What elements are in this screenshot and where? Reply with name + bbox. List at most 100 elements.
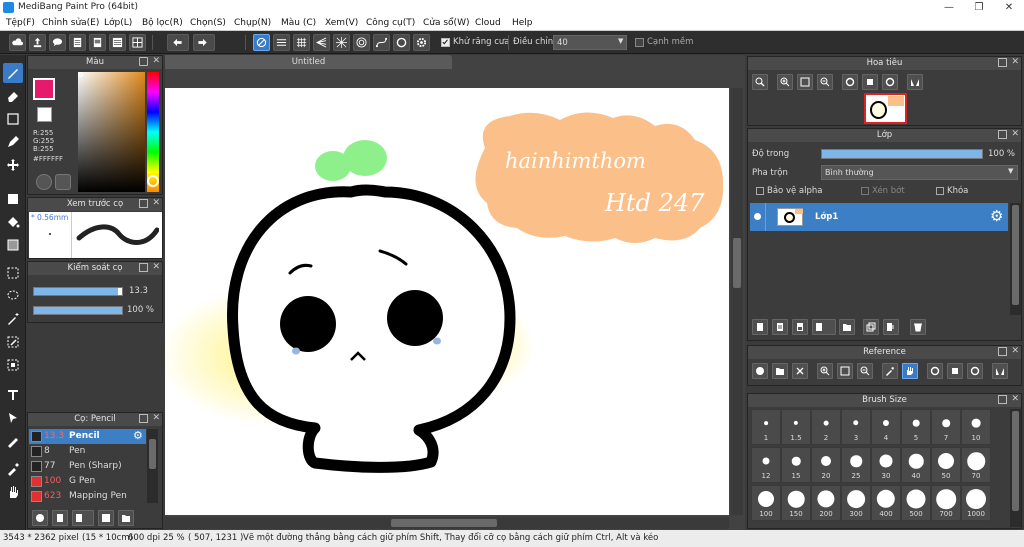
divide-tool-icon[interactable] [3, 431, 23, 451]
cloud-download-icon[interactable] [752, 363, 768, 379]
brush-size-cell[interactable]: 5 [901, 409, 931, 445]
hand-tool-icon[interactable] [3, 482, 23, 502]
protect-alpha-checkbox[interactable] [756, 187, 764, 195]
select-pen-icon[interactable] [3, 332, 23, 352]
rotate-right-icon[interactable] [882, 74, 898, 90]
flip-icon[interactable] [992, 363, 1008, 379]
select-tool-icon[interactable] [3, 263, 23, 283]
menu-cloud[interactable]: Cloud [475, 15, 501, 31]
merge-layer-icon[interactable] [883, 319, 899, 335]
menu-snap[interactable]: Chụp(N) [234, 15, 271, 31]
brush-list-item[interactable]: 623 Mapping Pen [29, 489, 146, 504]
select-eraser-icon[interactable] [3, 355, 23, 375]
page-icon[interactable] [89, 34, 106, 51]
brush-size-cell[interactable]: 1 [751, 409, 781, 445]
brush-size-cell[interactable]: 100 [751, 485, 781, 521]
close-icon[interactable]: ✕ [152, 261, 160, 274]
layer-opacity-slider[interactable] [821, 149, 983, 159]
saturation-value-field[interactable] [78, 72, 145, 192]
flip-icon[interactable] [907, 74, 923, 90]
soft-edge-checkbox[interactable] [635, 38, 644, 47]
perspective-snap-icon[interactable] [313, 34, 330, 51]
close-icon[interactable]: ✕ [152, 412, 160, 425]
brush-list-item[interactable]: 13.3 Pencil ⚙ [29, 429, 146, 444]
close-icon[interactable]: ✕ [152, 197, 160, 210]
circle-snap-icon[interactable] [393, 34, 410, 51]
brush-size-cell[interactable]: 1.5 [781, 409, 811, 445]
brush-size-cell[interactable]: 2 [811, 409, 841, 445]
menu-color[interactable]: Màu (C) [281, 15, 316, 31]
canvas[interactable]: hainhimthom Htd 247 [165, 88, 729, 515]
close-icon[interactable]: ✕ [994, 0, 1024, 15]
open-reference-icon[interactable] [772, 363, 788, 379]
brush-size-cell[interactable]: 50 [931, 447, 961, 483]
add-brush-icon[interactable] [32, 510, 48, 526]
brush-size-cell[interactable]: 500 [901, 485, 931, 521]
brush-size-cell[interactable]: 25 [841, 447, 871, 483]
navigator-thumbnail[interactable] [864, 93, 907, 124]
redo-icon[interactable] [193, 34, 215, 51]
zoom-in-icon[interactable] [752, 74, 768, 90]
brush-list-item[interactable]: 77 Pen (Sharp) [29, 459, 146, 474]
float-panel-icon[interactable] [998, 395, 1007, 404]
brush-tool-icon[interactable] [3, 63, 23, 83]
brush-size-slider[interactable] [33, 287, 123, 296]
menu-help[interactable]: Help [512, 15, 533, 31]
new-brush-icon[interactable] [52, 510, 68, 526]
text-tool-icon[interactable] [3, 385, 23, 405]
brush-type-dropdown[interactable] [72, 510, 94, 526]
brush-size-cell[interactable]: 40 [901, 447, 931, 483]
color-history-icon[interactable] [55, 174, 71, 190]
brush-size-cell[interactable]: 1000 [961, 485, 991, 521]
eyedropper-icon[interactable] [882, 363, 898, 379]
close-icon[interactable]: ✕ [152, 55, 160, 68]
rectangle-tool-icon[interactable] [3, 109, 23, 129]
close-icon[interactable]: ✕ [1011, 345, 1019, 358]
fit-screen-icon[interactable] [797, 74, 813, 90]
rotate-left-icon[interactable] [842, 74, 858, 90]
hand-icon[interactable] [902, 363, 918, 379]
menu-window[interactable]: Cửa sổ(W) [423, 15, 469, 31]
brush-size-cell[interactable]: 3 [841, 409, 871, 445]
float-panel-icon[interactable] [998, 58, 1007, 67]
gear-icon[interactable]: ⚙ [990, 207, 1003, 225]
brush-list-scrollbar[interactable] [147, 429, 158, 503]
pen-tool-icon[interactable] [3, 132, 23, 152]
background-color-swatch[interactable] [37, 107, 52, 122]
layers-scrollbar[interactable] [1010, 203, 1021, 315]
close-reference-icon[interactable] [792, 363, 808, 379]
brush-opacity-slider[interactable] [33, 306, 123, 315]
float-panel-icon[interactable] [139, 57, 148, 66]
operation-tool-icon[interactable] [3, 408, 23, 428]
rotate-left-icon[interactable] [927, 363, 943, 379]
lasso-tool-icon[interactable] [3, 286, 23, 306]
brush-settings-icon[interactable] [98, 510, 114, 526]
canvas-horizontal-scrollbar[interactable] [165, 517, 729, 529]
gear-icon[interactable]: ⚙ [133, 429, 143, 442]
brush-size-cell[interactable]: 300 [841, 485, 871, 521]
menu-filter[interactable]: Bộ lọc(R) [142, 15, 183, 31]
eye-icon[interactable] [754, 213, 761, 220]
brush-size-cell[interactable]: 12 [751, 447, 781, 483]
comment-icon[interactable] [49, 34, 66, 51]
eyedropper-tool-icon[interactable] [3, 459, 23, 479]
menu-layer[interactable]: Lớp(L) [104, 15, 132, 31]
lock-checkbox[interactable] [936, 187, 944, 195]
brush-size-cell[interactable]: 7 [931, 409, 961, 445]
page-list-icon[interactable] [109, 34, 126, 51]
zoom-in-icon[interactable] [777, 74, 793, 90]
undo-icon[interactable] [167, 34, 189, 51]
document-tab[interactable]: Untitled [165, 55, 452, 69]
bucket-tool-icon[interactable] [3, 212, 23, 232]
brush-size-cell[interactable]: 700 [931, 485, 961, 521]
folder-icon[interactable] [839, 319, 855, 335]
brush-list-item[interactable]: 8 Pen [29, 444, 146, 459]
new-layer-icon[interactable] [752, 319, 768, 335]
float-panel-icon[interactable] [139, 414, 148, 423]
brush-size-cell[interactable]: 15 [781, 447, 811, 483]
reset-rotation-icon[interactable] [862, 74, 878, 90]
brush-size-cell[interactable]: 200 [811, 485, 841, 521]
menu-edit[interactable]: Chỉnh sửa(E) [42, 15, 99, 31]
float-panel-icon[interactable] [998, 130, 1007, 139]
correction-select[interactable]: 40 ▼ [553, 35, 627, 50]
